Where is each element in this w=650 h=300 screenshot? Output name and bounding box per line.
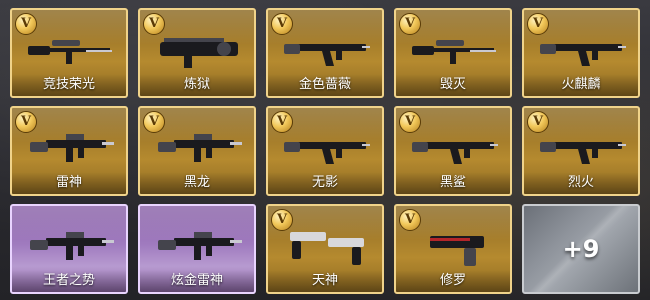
weapon-name: 炼狱 (140, 74, 254, 96)
weapon-card[interactable]: V 无影 (266, 106, 384, 196)
assault-rifle-icon (412, 142, 498, 164)
sniper-rifle-icon (28, 40, 112, 64)
weapon-name: 王者之势 (12, 270, 126, 292)
weapon-grid: V 竞技荣光 V 炼狱 V 金色蔷薇 V 毁灭 V 火麒麟 V 雷神 V 黑龙 V 无影 V 黑鲨 V 烈火王者之势炫… (10, 8, 642, 294)
more-weapons-tile[interactable]: +9 (522, 204, 640, 294)
assault-rifle-icon (540, 44, 626, 66)
sniper-rifle-icon (412, 40, 496, 64)
weapon-card[interactable]: 王者之势 (10, 204, 128, 294)
assault-rifle-icon (540, 142, 626, 164)
weapon-name: 烈火 (524, 172, 638, 194)
weapon-name: 修罗 (396, 270, 510, 292)
carbine-icon (158, 134, 242, 162)
weapon-card[interactable]: V 炼狱 (138, 8, 256, 98)
weapon-card[interactable]: V 黑鲨 (394, 106, 512, 196)
assault-rifle-icon (284, 44, 370, 66)
weapon-name: 毁灭 (396, 74, 510, 96)
weapon-name: 火麒麟 (524, 74, 638, 96)
weapon-card[interactable]: V 竞技荣光 (10, 8, 128, 98)
weapon-card[interactable]: V 毁灭 (394, 8, 512, 98)
weapon-card[interactable]: V 黑龙 (138, 106, 256, 196)
gatling-gun-icon (160, 38, 238, 68)
weapon-card[interactable]: V 修罗 (394, 204, 512, 294)
weapon-name: 炫金雷神 (140, 270, 254, 292)
weapon-name: 天神 (268, 270, 382, 292)
weapon-card[interactable]: V 火麒麟 (522, 8, 640, 98)
weapon-name: 黑龙 (140, 172, 254, 194)
weapon-card[interactable]: V 烈火 (522, 106, 640, 196)
carbine-icon (30, 232, 114, 260)
more-count: +9 (562, 235, 600, 263)
carbine-icon (30, 134, 114, 162)
weapon-card[interactable]: 炫金雷神 (138, 204, 256, 294)
weapon-name: 黑鲨 (396, 172, 510, 194)
weapon-card[interactable]: V 天神 (266, 204, 384, 294)
weapon-name: 无影 (268, 172, 382, 194)
carbine-icon (158, 232, 242, 260)
pistol-icon (430, 236, 484, 266)
weapon-name: 竞技荣光 (12, 74, 126, 96)
weapon-name: 金色蔷薇 (268, 74, 382, 96)
dual-pistols-icon (290, 232, 364, 265)
weapon-card[interactable]: V 雷神 (10, 106, 128, 196)
assault-rifle-icon (284, 142, 370, 164)
weapon-card[interactable]: V 金色蔷薇 (266, 8, 384, 98)
weapon-name: 雷神 (12, 172, 126, 194)
